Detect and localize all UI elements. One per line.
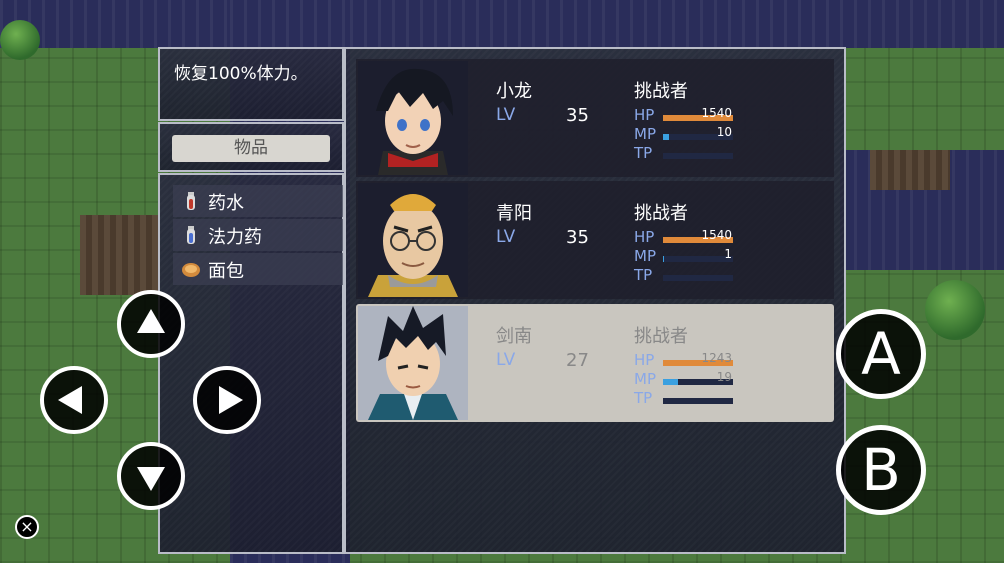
hp-label: HP: [634, 106, 655, 124]
b-button[interactable]: B: [836, 425, 926, 515]
a-button[interactable]: A: [836, 309, 926, 399]
hp-label: HP: [634, 228, 655, 246]
portrait-jiannan: [358, 306, 468, 420]
category-items-button[interactable]: 物品: [172, 135, 330, 162]
item-row-potion[interactable]: 药水: [173, 185, 343, 217]
red-potion-icon: [187, 192, 195, 210]
category-window: 物品: [158, 122, 344, 172]
mp-label: MP: [634, 370, 656, 388]
mp-value: 1: [724, 247, 732, 261]
mp-value: 19: [716, 370, 732, 384]
level-label: LV: [496, 105, 516, 125]
party-member-3[interactable]: 剑南 LV 27 挑战者 HP 1243 MP 19 TP: [356, 304, 834, 422]
dpad-left-button[interactable]: [40, 366, 108, 434]
mp-label: MP: [634, 125, 656, 143]
bread-icon: [182, 263, 200, 277]
party-member-2[interactable]: 青阳 LV 35 挑战者 HP 1540 MP 1 TP: [356, 181, 834, 299]
level-label: LV: [496, 350, 516, 370]
dpad-up-button[interactable]: [117, 290, 185, 358]
help-text: 恢复100%体力。: [174, 64, 308, 84]
level-value: 27: [566, 350, 589, 371]
member-class: 挑战者: [634, 81, 688, 102]
tp-gauge: [663, 153, 733, 159]
dpad-right-button[interactable]: [193, 366, 261, 434]
level-value: 35: [566, 105, 589, 126]
tp-gauge: [663, 398, 733, 404]
dpad-down-button[interactable]: [117, 442, 185, 510]
mp-value: 10: [716, 125, 732, 139]
blue-potion-icon: [187, 226, 195, 244]
hp-value: 1540: [701, 106, 732, 120]
arrow-right-icon: [219, 386, 243, 414]
item-row-mana-potion[interactable]: 法力药: [173, 219, 343, 251]
member-name: 小龙: [496, 81, 532, 102]
party-member-1[interactable]: 小龙 LV 35 挑战者 HP 1540 MP 10 TP: [356, 59, 834, 177]
arrow-left-icon: [58, 386, 82, 414]
close-icon[interactable]: ×: [15, 515, 39, 539]
level-label: LV: [496, 227, 516, 247]
level-value: 35: [566, 227, 589, 248]
item-label: 药水: [208, 193, 244, 214]
portrait-qingyang: [358, 183, 468, 297]
portrait-xiaolong: [358, 61, 468, 175]
member-name: 青阳: [496, 203, 532, 224]
tp-label: TP: [634, 389, 653, 407]
tp-label: TP: [634, 266, 653, 284]
help-window: 恢复100%体力。: [158, 47, 344, 121]
hp-value: 1243: [701, 351, 732, 365]
hp-value: 1540: [701, 228, 732, 242]
arrow-down-icon: [137, 467, 165, 491]
item-row-bread[interactable]: 面包: [173, 253, 343, 285]
hp-label: HP: [634, 351, 655, 369]
tp-gauge: [663, 275, 733, 281]
tp-label: TP: [634, 144, 653, 162]
item-label: 面包: [208, 261, 244, 282]
mp-label: MP: [634, 247, 656, 265]
item-list-window: 药水 法力药 面包: [158, 173, 344, 554]
member-name: 剑南: [496, 326, 532, 347]
item-label: 法力药: [208, 227, 262, 248]
member-class: 挑战者: [634, 203, 688, 224]
member-class: 挑战者: [634, 326, 688, 347]
arrow-up-icon: [137, 309, 165, 333]
party-window: 小龙 LV 35 挑战者 HP 1540 MP 10 TP 青阳 LV 35 挑…: [344, 47, 846, 554]
